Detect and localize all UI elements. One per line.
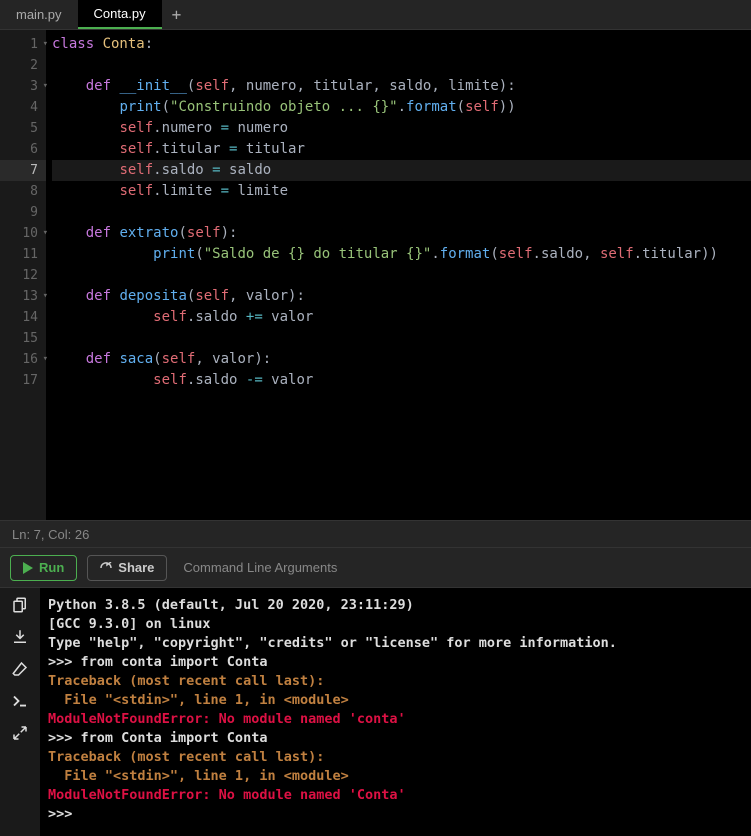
expand-icon[interactable] [11, 724, 29, 742]
fold-icon[interactable]: ▾ [43, 76, 48, 97]
line-number: 1▾ [0, 34, 46, 55]
line-number: 8 [0, 181, 46, 202]
code-line[interactable]: def saca(self, valor): [52, 349, 751, 370]
fold-icon[interactable]: ▾ [43, 286, 48, 307]
console-line: File "<stdin>", line 1, in <module> [48, 691, 743, 710]
code-line[interactable] [52, 202, 751, 223]
console-line: ModuleNotFoundError: No module named 'Co… [48, 786, 743, 805]
console-line: Traceback (most recent call last): [48, 748, 743, 767]
line-number: 13▾ [0, 286, 46, 307]
share-label: Share [118, 560, 154, 575]
code-line[interactable]: self.saldo = saldo [52, 160, 751, 181]
console-line: [GCC 9.3.0] on linux [48, 615, 743, 634]
line-number: 16▾ [0, 349, 46, 370]
download-icon[interactable] [11, 628, 29, 646]
line-number: 14 [0, 307, 46, 328]
share-icon [100, 562, 112, 574]
code-editor[interactable]: 1▾23▾45678910▾111213▾141516▾17 class Con… [0, 30, 751, 520]
line-gutter: 1▾23▾45678910▾111213▾141516▾17 [0, 30, 46, 520]
console-line: Python 3.8.5 (default, Jul 20 2020, 23:1… [48, 596, 743, 615]
tab-Conta-py[interactable]: Conta.py [78, 0, 162, 29]
run-label: Run [39, 560, 64, 575]
line-number: 15 [0, 328, 46, 349]
run-button[interactable]: Run [10, 555, 77, 581]
fold-icon[interactable]: ▾ [43, 349, 48, 370]
console-line: >>> [48, 805, 743, 824]
share-button[interactable]: Share [87, 555, 167, 581]
code-line[interactable]: print("Saldo de {} do titular {}".format… [52, 244, 751, 265]
fold-icon[interactable]: ▾ [43, 34, 48, 55]
console-line: Traceback (most recent call last): [48, 672, 743, 691]
line-number: 2 [0, 55, 46, 76]
tab-bar: main.pyConta.py + [0, 0, 751, 30]
erase-icon[interactable] [11, 660, 29, 678]
code-line[interactable] [52, 328, 751, 349]
line-number: 3▾ [0, 76, 46, 97]
command-line-args[interactable]: Command Line Arguments [183, 560, 337, 575]
console-line: File "<stdin>", line 1, in <module> [48, 767, 743, 786]
line-number: 12 [0, 265, 46, 286]
code-line[interactable]: print("Construindo objeto ... {}".format… [52, 97, 751, 118]
console-line: >>> from conta import Conta [48, 653, 743, 672]
code-line[interactable]: self.numero = numero [52, 118, 751, 139]
code-line[interactable]: self.limite = limite [52, 181, 751, 202]
add-tab-button[interactable]: + [162, 5, 192, 24]
line-number: 4 [0, 97, 46, 118]
code-line[interactable] [52, 55, 751, 76]
console-line: >>> from Conta import Conta [48, 729, 743, 748]
console-sidebar [0, 588, 40, 836]
code-area[interactable]: class Conta: def __init__(self, numero, … [46, 30, 751, 520]
line-number: 10▾ [0, 223, 46, 244]
status-bar: Ln: 7, Col: 26 [0, 520, 751, 548]
line-number: 7 [0, 160, 46, 181]
code-line[interactable]: self.saldo -= valor [52, 370, 751, 391]
code-line[interactable]: self.saldo += valor [52, 307, 751, 328]
code-line[interactable]: def deposita(self, valor): [52, 286, 751, 307]
terminal-icon[interactable] [11, 692, 29, 710]
cursor-position: Ln: 7, Col: 26 [12, 527, 89, 542]
console-panel: Python 3.8.5 (default, Jul 20 2020, 23:1… [0, 588, 751, 836]
tab-main-py[interactable]: main.py [0, 0, 78, 29]
console-output[interactable]: Python 3.8.5 (default, Jul 20 2020, 23:1… [40, 588, 751, 836]
code-line[interactable] [52, 265, 751, 286]
fold-icon[interactable]: ▾ [43, 223, 48, 244]
line-number: 11 [0, 244, 46, 265]
line-number: 9 [0, 202, 46, 223]
code-line[interactable]: self.titular = titular [52, 139, 751, 160]
line-number: 5 [0, 118, 46, 139]
line-number: 6 [0, 139, 46, 160]
copy-icon[interactable] [11, 596, 29, 614]
console-line: ModuleNotFoundError: No module named 'co… [48, 710, 743, 729]
code-line[interactable]: def extrato(self): [52, 223, 751, 244]
toolbar: Run Share Command Line Arguments [0, 548, 751, 588]
code-line[interactable]: class Conta: [52, 34, 751, 55]
play-icon [23, 562, 33, 574]
console-line: Type "help", "copyright", "credits" or "… [48, 634, 743, 653]
line-number: 17 [0, 370, 46, 391]
code-line[interactable]: def __init__(self, numero, titular, sald… [52, 76, 751, 97]
